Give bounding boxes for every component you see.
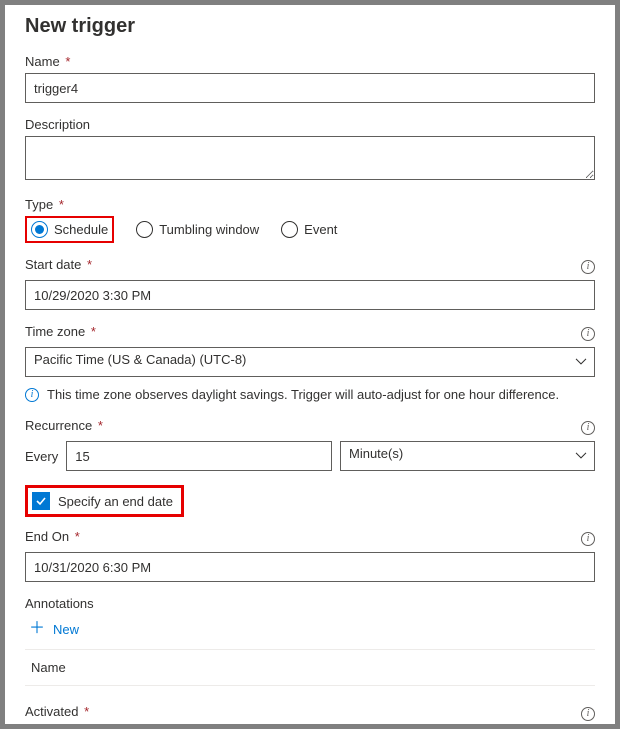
- recurrence-unit-select[interactable]: Minute(s): [340, 441, 595, 471]
- start-date-input[interactable]: [25, 280, 595, 310]
- end-on-label: End On *: [25, 529, 80, 544]
- specify-end-highlight: Specify an end date: [25, 485, 184, 517]
- end-on-field: End On * i: [25, 529, 595, 582]
- specify-end-checkbox[interactable]: Specify an end date: [32, 492, 173, 510]
- add-annotation-label: New: [53, 622, 79, 637]
- new-trigger-panel: New trigger Name * Description Type *: [5, 5, 615, 729]
- annotations-label: Annotations: [25, 596, 595, 611]
- name-field: Name *: [25, 54, 595, 103]
- plus-icon: ＋: [29, 621, 45, 637]
- info-icon[interactable]: i: [581, 707, 595, 721]
- panel-frame: New trigger Name * Description Type *: [0, 0, 620, 729]
- start-date-label: Start date *: [25, 257, 92, 272]
- required-mark: *: [84, 704, 89, 719]
- time-zone-select[interactable]: Pacific Time (US & Canada) (UTC-8): [25, 347, 595, 377]
- recurrence-value-input[interactable]: [66, 441, 332, 471]
- required-mark: *: [91, 324, 96, 339]
- start-date-field: Start date * i: [25, 257, 595, 310]
- every-label: Every: [25, 449, 58, 464]
- activated-field: Activated * i Yes No: [25, 704, 595, 729]
- info-icon[interactable]: i: [581, 532, 595, 546]
- type-schedule-highlight: Schedule: [25, 216, 114, 243]
- check-icon: [35, 495, 47, 507]
- annotations-table-header: Name: [25, 649, 595, 686]
- description-input[interactable]: [25, 136, 595, 180]
- start-date-label-text: Start date: [25, 257, 81, 272]
- specify-end-label: Specify an end date: [58, 494, 173, 509]
- name-label-text: Name: [25, 54, 60, 69]
- required-mark: *: [87, 257, 92, 272]
- description-label: Description: [25, 117, 595, 132]
- checkbox-icon: [32, 492, 50, 510]
- type-radio-event[interactable]: Event: [281, 221, 337, 238]
- type-field: Type * Schedule Tumbling window Event: [25, 197, 595, 243]
- activated-label: Activated *: [25, 704, 89, 719]
- required-mark: *: [75, 529, 80, 544]
- radio-icon: [136, 221, 153, 238]
- recurrence-label: Recurrence *: [25, 418, 103, 433]
- type-radio-event-label: Event: [304, 222, 337, 237]
- required-mark: *: [98, 418, 103, 433]
- required-mark: *: [65, 54, 70, 69]
- time-zone-label: Time zone *: [25, 324, 96, 339]
- recurrence-field: Recurrence * i Every Minute(s): [25, 418, 595, 471]
- type-radio-group: Schedule Tumbling window Event: [25, 216, 595, 243]
- info-icon[interactable]: i: [581, 327, 595, 341]
- end-on-label-text: End On: [25, 529, 69, 544]
- type-radio-tumbling[interactable]: Tumbling window: [136, 221, 259, 238]
- add-annotation-button[interactable]: ＋ New: [25, 615, 83, 643]
- annotations-col-name: Name: [31, 660, 66, 675]
- dst-info-text: This time zone observes daylight savings…: [47, 387, 559, 402]
- radio-icon: [281, 221, 298, 238]
- time-zone-label-text: Time zone: [25, 324, 85, 339]
- activated-label-text: Activated: [25, 704, 78, 719]
- type-label-text: Type: [25, 197, 53, 212]
- type-label: Type *: [25, 197, 595, 212]
- type-radio-tumbling-label: Tumbling window: [159, 222, 259, 237]
- description-field: Description: [25, 117, 595, 183]
- recurrence-label-text: Recurrence: [25, 418, 92, 433]
- end-on-input[interactable]: [25, 552, 595, 582]
- type-radio-schedule-label: Schedule: [54, 222, 108, 237]
- info-icon[interactable]: i: [581, 260, 595, 274]
- info-icon[interactable]: i: [581, 421, 595, 435]
- annotations-section: Annotations ＋ New Name: [25, 596, 595, 686]
- radio-icon: [31, 221, 48, 238]
- name-label: Name *: [25, 54, 595, 69]
- type-radio-schedule[interactable]: Schedule: [31, 221, 108, 238]
- dst-info-row: i This time zone observes daylight savin…: [25, 387, 595, 402]
- required-mark: *: [59, 197, 64, 212]
- info-icon: i: [25, 388, 39, 402]
- name-input[interactable]: [25, 73, 595, 103]
- panel-title: New trigger: [25, 15, 595, 38]
- time-zone-field: Time zone * i Pacific Time (US & Canada)…: [25, 324, 595, 377]
